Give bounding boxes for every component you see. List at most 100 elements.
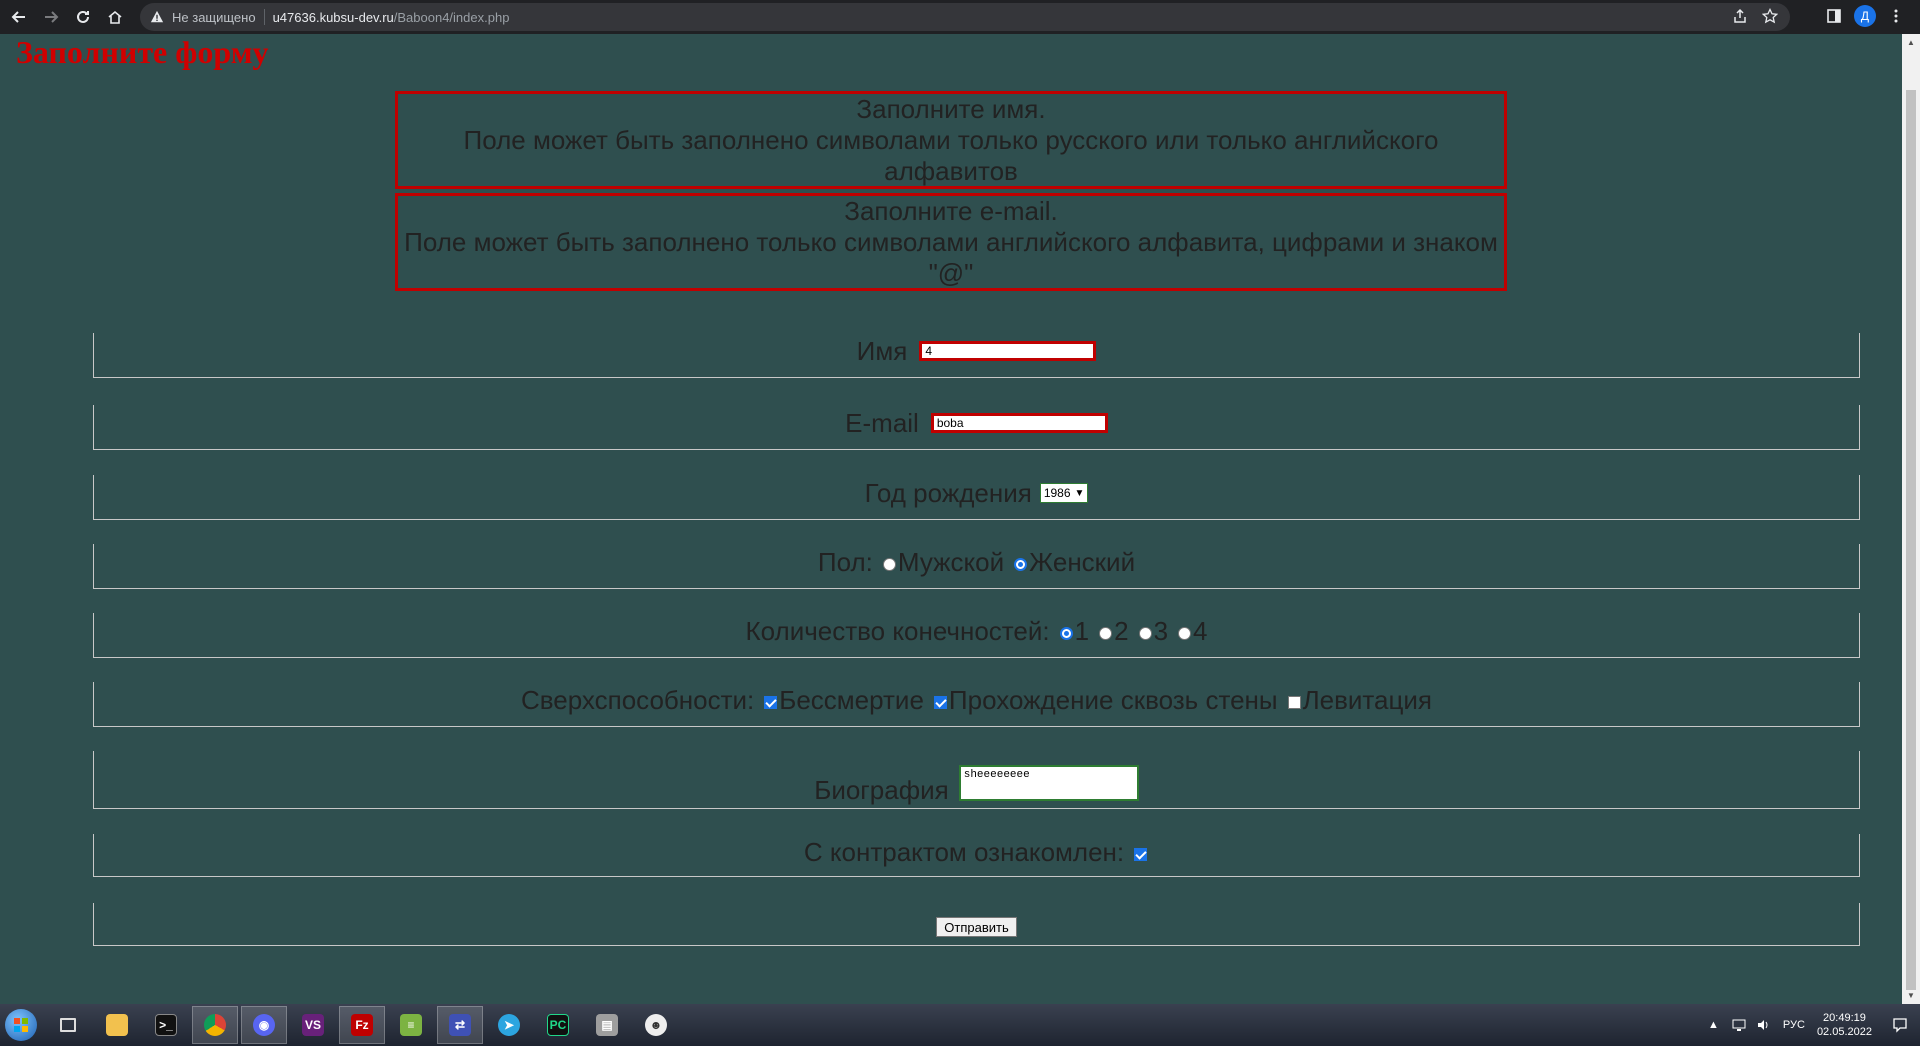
page-title: Заполните форму — [16, 34, 269, 70]
scroll-down-icon[interactable]: ▼ — [1906, 991, 1916, 1000]
walls-checkbox[interactable] — [933, 695, 947, 709]
taskbar-visual-studio[interactable]: VS — [290, 1006, 336, 1044]
browser-toolbar: Не защищено u47636.kubsu-dev.ru /Baboon4… — [0, 0, 1920, 34]
start-button[interactable] — [0, 1004, 42, 1046]
back-button[interactable] — [6, 4, 32, 30]
gender-male-label[interactable]: Мужской — [898, 547, 1004, 578]
system-tray: ▲ РУС 20:49:19 02.05.2022 — [1708, 1004, 1920, 1046]
name-error-detail: Поле может быть заполнено символами толь… — [463, 125, 1439, 186]
menu-dots-icon[interactable] — [1888, 8, 1904, 24]
task-view-button[interactable] — [45, 1006, 91, 1044]
warning-icon[interactable] — [150, 10, 164, 24]
notepad-icon: ≡ — [400, 1014, 422, 1036]
limbs-3-radio[interactable] — [1138, 626, 1152, 640]
name-row: Имя — [93, 333, 1860, 378]
contract-row: С контрактом ознакомлен: — [93, 834, 1860, 877]
windows-logo-icon — [5, 1009, 37, 1041]
game-icon: ☻ — [645, 1014, 667, 1036]
birth-year-value: 1986 — [1043, 486, 1071, 500]
taskbar-database[interactable]: ▤ — [584, 1006, 630, 1044]
limbs-2-label[interactable]: 2 — [1114, 616, 1128, 647]
reload-button[interactable] — [70, 4, 96, 30]
limbs-label: Количество конечностей: — [745, 615, 1050, 646]
arrow-left-icon — [11, 11, 25, 23]
gender-label: Пол: — [817, 546, 873, 577]
network-icon[interactable] — [1731, 1017, 1747, 1033]
limbs-2-radio[interactable] — [1099, 626, 1113, 640]
page-content: Заполните форму Заполните имя. Поле може… — [0, 34, 1902, 1004]
taskbar-filezilla[interactable]: Fz — [339, 1006, 385, 1044]
terminal-icon: >_ — [155, 1014, 177, 1036]
browser-right-tools: Д — [1826, 5, 1904, 27]
notifications-button[interactable] — [1886, 1011, 1914, 1039]
taskbar-network-app[interactable]: ⇄ — [437, 1006, 483, 1044]
name-label: Имя — [856, 335, 908, 366]
gender-row: Пол: Мужской Женский — [93, 544, 1860, 589]
network-app-icon: ⇄ — [449, 1014, 471, 1036]
walls-label[interactable]: Прохождение сквозь стены — [949, 685, 1278, 716]
discord-icon: ◉ — [253, 1014, 275, 1036]
volume-icon[interactable] — [1755, 1017, 1771, 1033]
database-icon: ▤ — [596, 1014, 618, 1036]
notification-icon — [1893, 1018, 1907, 1033]
reload-icon — [77, 10, 89, 23]
immortality-label[interactable]: Бессмертие — [779, 685, 924, 716]
name-input[interactable] — [919, 341, 1097, 361]
scrollbar-thumb[interactable] — [1906, 90, 1916, 990]
share-icon[interactable] — [1732, 8, 1748, 24]
taskbar-terminal[interactable]: >_ — [143, 1006, 189, 1044]
birth-year-label: Год рождения — [864, 477, 1032, 508]
taskbar-pycharm[interactable]: PC — [535, 1006, 581, 1044]
limbs-4-radio[interactable] — [1178, 626, 1192, 640]
name-error-title: Заполните имя. — [856, 94, 1046, 124]
star-icon[interactable] — [1762, 8, 1778, 24]
scroll-up-icon[interactable]: ▲ — [1906, 38, 1916, 47]
profile-avatar[interactable]: Д — [1854, 5, 1876, 27]
superpowers-row: Сверхспособности: Бессмертие Прохождение… — [93, 682, 1860, 727]
email-row: E-mail — [93, 405, 1860, 450]
arrow-right-icon — [45, 11, 59, 23]
taskbar-discord[interactable]: ◉ — [241, 1006, 287, 1044]
filezilla-icon: Fz — [351, 1014, 373, 1036]
clock-date: 02.05.2022 — [1816, 1026, 1872, 1038]
folder-icon — [106, 1014, 128, 1036]
levitation-label[interactable]: Левитация — [1303, 685, 1432, 716]
address-bar[interactable]: Не защищено u47636.kubsu-dev.ru /Baboon4… — [140, 3, 1790, 31]
taskbar-game[interactable]: ☻ — [633, 1006, 679, 1044]
birth-year-row: Год рождения 1986 ▼ — [93, 475, 1860, 520]
limbs-3-label[interactable]: 3 — [1154, 616, 1168, 647]
pycharm-icon: PC — [547, 1014, 569, 1036]
language-indicator[interactable]: РУС — [1783, 1019, 1805, 1031]
limbs-1-label[interactable]: 1 — [1075, 616, 1089, 647]
limbs-4-label[interactable]: 4 — [1193, 616, 1207, 647]
biography-row: Биография sheeeeeeee — [93, 751, 1860, 809]
email-input[interactable] — [930, 413, 1108, 433]
birth-year-select[interactable]: 1986 ▼ — [1039, 483, 1089, 503]
taskbar-explorer[interactable] — [94, 1006, 140, 1044]
submit-button[interactable]: Отправить — [936, 917, 1017, 937]
taskbar-notepad[interactable]: ≡ — [388, 1006, 434, 1044]
forward-button[interactable] — [38, 4, 64, 30]
immortality-checkbox[interactable] — [764, 695, 778, 709]
biography-textarea[interactable]: sheeeeeeee — [958, 764, 1139, 801]
address-bar-actions — [1732, 8, 1778, 24]
clock[interactable]: 20:49:19 02.05.2022 — [1817, 1011, 1872, 1039]
contract-checkbox[interactable] — [1134, 847, 1148, 861]
insecure-label[interactable]: Не защищено — [172, 10, 256, 25]
gender-male-radio[interactable] — [882, 557, 896, 571]
taskbar-chrome[interactable] — [192, 1006, 238, 1044]
gender-female-radio[interactable] — [1014, 557, 1028, 571]
gender-female-label[interactable]: Женский — [1029, 547, 1135, 578]
email-error-message: Заполните e-mail. Поле может быть заполн… — [395, 193, 1507, 291]
tray-expand-icon[interactable]: ▲ — [1708, 1019, 1719, 1031]
page-scrollbar[interactable]: ▲ ▼ — [1902, 34, 1920, 1004]
levitation-checkbox[interactable] — [1287, 695, 1301, 709]
taskbar-telegram[interactable]: ➤ — [486, 1006, 532, 1044]
name-error-message: Заполните имя. Поле может быть заполнено… — [395, 91, 1507, 189]
taskbar: >_ ◉ VS Fz ≡ ⇄ ➤ PC ▤ ☻ ▲ РУС 20:49:19 0… — [0, 1004, 1920, 1046]
divider — [263, 9, 265, 25]
side-panel-icon[interactable] — [1826, 8, 1842, 24]
limbs-1-radio[interactable] — [1059, 626, 1073, 640]
home-button[interactable] — [102, 4, 128, 30]
home-icon — [108, 10, 122, 24]
